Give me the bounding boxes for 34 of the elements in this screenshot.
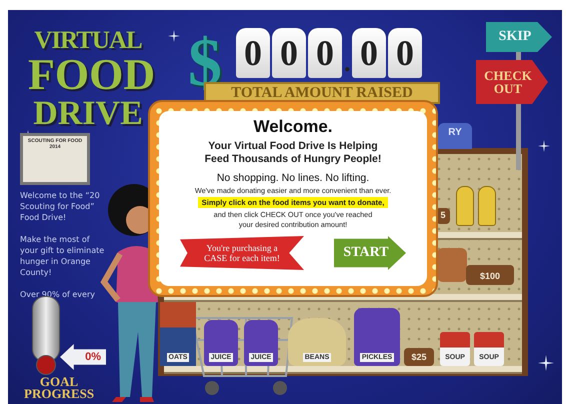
- counter-digit: 0: [352, 28, 386, 78]
- welcome-heading: Welcome.: [253, 117, 333, 137]
- counter-digit: 0: [236, 28, 270, 78]
- counter-digit: 0: [272, 28, 306, 78]
- intro-text: Scouting for Food”: [20, 201, 94, 212]
- food-item[interactable]: $100: [466, 265, 514, 285]
- sparkle-icon: [538, 355, 554, 371]
- bread-icon: [437, 248, 467, 282]
- welcome-subheading: Your Virtual Food Drive Is Helping Feed Thousands of Hungry People!: [204, 140, 382, 166]
- sparkle-icon: [168, 30, 180, 42]
- intro-text: Food Drive!: [20, 212, 66, 223]
- intro-text: Welcome to the “20: [20, 190, 100, 201]
- intro-text: your gift to eliminate: [20, 245, 104, 256]
- intro-text: Make the most of: [20, 234, 90, 245]
- checkout-button[interactable]: CHECK OUT: [476, 60, 548, 104]
- sparkle-icon: [538, 140, 550, 152]
- shelf-sign: RY: [438, 123, 472, 149]
- decimal-point: .: [344, 48, 350, 78]
- intro-text: County!: [20, 267, 52, 278]
- game-title: DRIVE: [33, 97, 143, 131]
- tagline-text: No shopping. No lines. No lifting.: [216, 172, 370, 184]
- counter-digit: 0: [388, 28, 422, 78]
- game-title: VIRTUAL: [34, 28, 142, 53]
- goal-progress-label: GOAL: [38, 376, 80, 388]
- game-title: FOOD: [28, 53, 156, 97]
- case-banner: You're purchasing a CASE for each item!: [180, 236, 304, 270]
- bottle-icon: [456, 186, 474, 226]
- counter-digit: 0: [308, 28, 342, 78]
- goal-progress-label: PROGRESS: [24, 388, 94, 400]
- intro-text: hunger in Orange: [20, 256, 90, 267]
- progress-reading: 0%: [60, 344, 106, 370]
- thermometer-bulb: [36, 355, 56, 375]
- food-item[interactable]: $25: [404, 348, 434, 366]
- bottle-icon: [478, 186, 496, 226]
